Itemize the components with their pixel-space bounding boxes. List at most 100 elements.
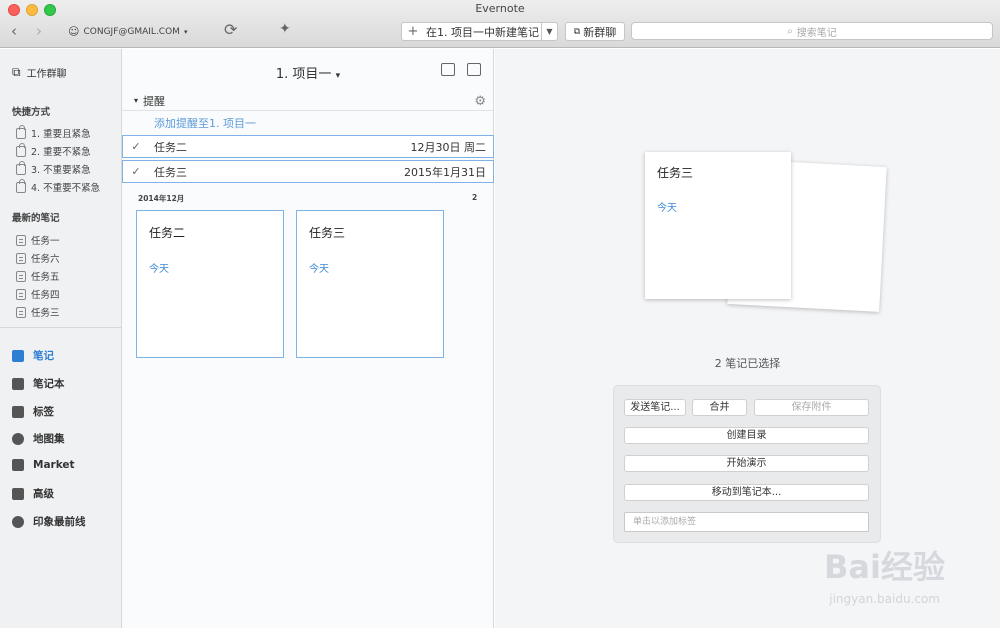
- sidebar-item-atlas[interactable]: 地图集: [12, 431, 65, 446]
- bulk-actions-panel: 发送笔记... 合并 保存附件 创建目录 开始演示 移动到笔记本... 单击以添…: [613, 385, 881, 543]
- sidebar-divider: [0, 327, 121, 328]
- recent-note-item[interactable]: 任务四: [16, 287, 60, 301]
- recent-note-item[interactable]: 任务六: [16, 251, 60, 265]
- note-card-date: 今天: [309, 264, 329, 275]
- reminder-row[interactable]: ✓ 任务二 12月30日 周二: [122, 135, 494, 158]
- note-icon: [16, 234, 26, 246]
- reminder-name: 任务二: [154, 140, 187, 154]
- search-icon: ⌕: [787, 25, 793, 37]
- checkmark-icon[interactable]: ✓: [123, 165, 149, 178]
- reminder-date: 2015年1月31日: [404, 165, 486, 179]
- create-toc-button[interactable]: 创建目录: [624, 427, 869, 444]
- month-header: 2014年12月: [138, 194, 185, 203]
- sidebar-item-market[interactable]: Market: [12, 459, 75, 471]
- premium-icon: [12, 487, 24, 500]
- work-chat-label: 工作群聊: [26, 69, 67, 80]
- notebook-icon: [16, 160, 26, 175]
- reminders-header[interactable]: ▾ 提醒 ⚙: [122, 91, 494, 111]
- selected-count: 2 笔记已选择: [714, 357, 781, 370]
- search-placeholder: 搜索笔记: [796, 27, 837, 39]
- back-arrow-icon[interactable]: ‹: [11, 24, 17, 39]
- nav-label: 标签: [33, 406, 54, 418]
- account-menu[interactable]: ☺ CONGJF@GMAIL.COM ▾: [68, 25, 187, 38]
- tag-input[interactable]: 单击以添加标签: [624, 512, 869, 532]
- new-chat-button[interactable]: ⧉ 新群聊: [565, 22, 625, 41]
- note-card[interactable]: 任务三 今天: [296, 210, 444, 358]
- reminder-name: 任务三: [154, 165, 187, 179]
- recent-note-item[interactable]: 任务一: [16, 233, 60, 247]
- note-list-pane: 1. 项目一 ▾ ▾ 提醒 ⚙ 添加提醒至1. 项目一 ✓ 任务二 12月30日…: [122, 49, 494, 628]
- sidebar-item-notebooks[interactable]: 笔记本: [12, 376, 65, 391]
- notebook-title-label: 1. 项目一: [275, 67, 332, 82]
- preview-title: 任务三: [657, 166, 694, 180]
- notes-icon: [12, 349, 24, 362]
- sidebar-work-chat[interactable]: ⧉ 工作群聊: [12, 65, 67, 80]
- new-note-label: 在1. 项目一中新建笔记: [426, 25, 539, 39]
- nav-label: 笔记: [33, 350, 54, 362]
- notebook-title[interactable]: 1. 项目一 ▾: [122, 63, 494, 82]
- notebooks-icon: [12, 377, 24, 390]
- start-presentation-button[interactable]: 开始演示: [624, 455, 869, 472]
- plus-icon: +: [407, 24, 419, 39]
- sidebar-item-notes[interactable]: 笔记: [12, 348, 54, 363]
- shortcut-item[interactable]: 3. 不重要紧急: [16, 160, 91, 176]
- preview-date: 今天: [657, 203, 677, 214]
- sidebar: ⧉ 工作群聊 快捷方式 1. 重要且紧急 2. 重要不紧急 3. 不重要紧急 4…: [0, 49, 122, 628]
- evernote-window: Evernote ‹ › ☺ CONGJF@GMAIL.COM ▾ ⟳ ✦ + …: [0, 0, 1000, 628]
- share-chat-icon[interactable]: [441, 63, 455, 76]
- forward-arrow-icon[interactable]: ›: [36, 24, 42, 39]
- reminder-row[interactable]: ✓ 任务三 2015年1月31日: [122, 160, 494, 183]
- chevron-down-icon: ▾: [335, 71, 341, 81]
- shortcut-item[interactable]: 2. 重要不紧急: [16, 142, 91, 158]
- merge-button[interactable]: 合并: [692, 399, 747, 416]
- nav-label: Market: [33, 459, 75, 471]
- move-to-notebook-button[interactable]: 移动到笔记本...: [624, 484, 869, 501]
- watermark-logo: Bai经验: [824, 548, 945, 586]
- sidebar-item-frontline[interactable]: 印象最前线: [12, 514, 86, 529]
- recent-note-item[interactable]: 任务三: [16, 305, 60, 319]
- chevron-down-icon: ▾: [183, 27, 188, 36]
- shortcut-label: 3. 不重要紧急: [31, 165, 91, 176]
- shortcut-label: 2. 重要不紧急: [31, 147, 91, 158]
- note-icon: [16, 252, 26, 264]
- recent-note-item[interactable]: 任务五: [16, 269, 60, 283]
- megaphone-icon: [12, 515, 24, 528]
- note-card[interactable]: 任务二 今天: [136, 210, 284, 358]
- note-card-title: 任务二: [149, 226, 186, 240]
- add-reminder-link[interactable]: 添加提醒至1. 项目一: [154, 115, 256, 131]
- activity-icon[interactable]: ✦: [279, 22, 291, 36]
- sidebar-item-tags[interactable]: 标签: [12, 404, 54, 419]
- window-title: Evernote: [475, 2, 525, 15]
- note-card-date: 今天: [149, 264, 169, 275]
- user-icon: ☺: [68, 25, 80, 38]
- nav-label: 高级: [33, 488, 54, 500]
- search-input[interactable]: ⌕ 搜索笔记: [631, 22, 993, 40]
- watermark-url: jingyan.baidu.com: [829, 592, 940, 606]
- shortcut-label: 1. 重要且紧急: [31, 129, 91, 140]
- gear-icon[interactable]: ⚙: [474, 94, 486, 109]
- sidebar-item-premium[interactable]: 高级: [12, 486, 54, 501]
- stacked-note-front: 任务三 今天: [645, 152, 791, 299]
- sync-icon[interactable]: ⟳: [224, 22, 237, 38]
- nav-label: 印象最前线: [33, 516, 86, 528]
- shortcut-label: 4. 不重要不紧急: [31, 183, 101, 194]
- new-note-button[interactable]: + 在1. 项目一中新建笔记 ▼: [401, 22, 558, 41]
- shortcut-item[interactable]: 1. 重要且紧急: [16, 124, 91, 140]
- new-note-dropdown-icon[interactable]: ▼: [541, 23, 557, 40]
- title-toolbar: Evernote ‹ › ☺ CONGJF@GMAIL.COM ▾ ⟳ ✦ + …: [0, 0, 1000, 48]
- tag-icon: [12, 405, 24, 418]
- note-icon: [16, 306, 26, 318]
- recent-notes-heading: 最新的笔记: [12, 213, 60, 224]
- notebook-icon: [16, 178, 26, 193]
- checkmark-icon[interactable]: ✓: [123, 140, 149, 153]
- notebook-icon: [16, 124, 26, 139]
- note-icon: [16, 270, 26, 282]
- shortcut-item[interactable]: 4. 不重要不紧急: [16, 178, 101, 194]
- chevron-down-icon: ▾: [134, 96, 139, 105]
- note-icon: [16, 288, 26, 300]
- shortcuts-heading: 快捷方式: [12, 107, 51, 118]
- notebook-icon: [16, 142, 26, 157]
- view-toggle-icon[interactable]: [467, 63, 481, 76]
- send-note-button[interactable]: 发送笔记...: [624, 399, 686, 416]
- save-attachments-button[interactable]: 保存附件: [754, 399, 869, 416]
